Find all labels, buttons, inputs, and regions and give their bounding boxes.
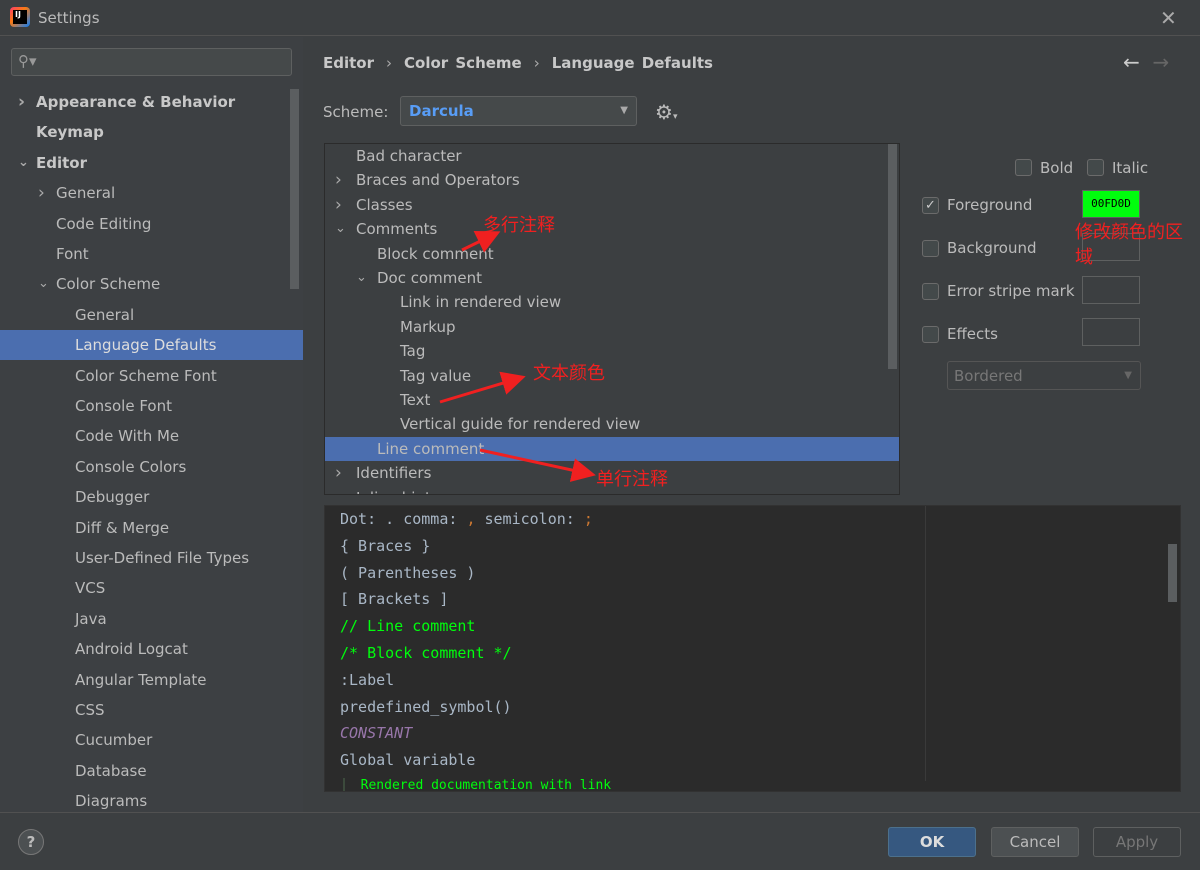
- annotation-single-line: 单行注释: [596, 469, 668, 490]
- annotation-color-area: 修改颜色的区域: [1075, 222, 1183, 268]
- annotation-arrow: [479, 448, 596, 482]
- annotation-multiline: 多行注释: [483, 215, 555, 236]
- annotation-text-color: 文本颜色: [533, 363, 605, 384]
- annotation-arrow: [439, 371, 526, 404]
- annotation-arrows: [439, 231, 596, 482]
